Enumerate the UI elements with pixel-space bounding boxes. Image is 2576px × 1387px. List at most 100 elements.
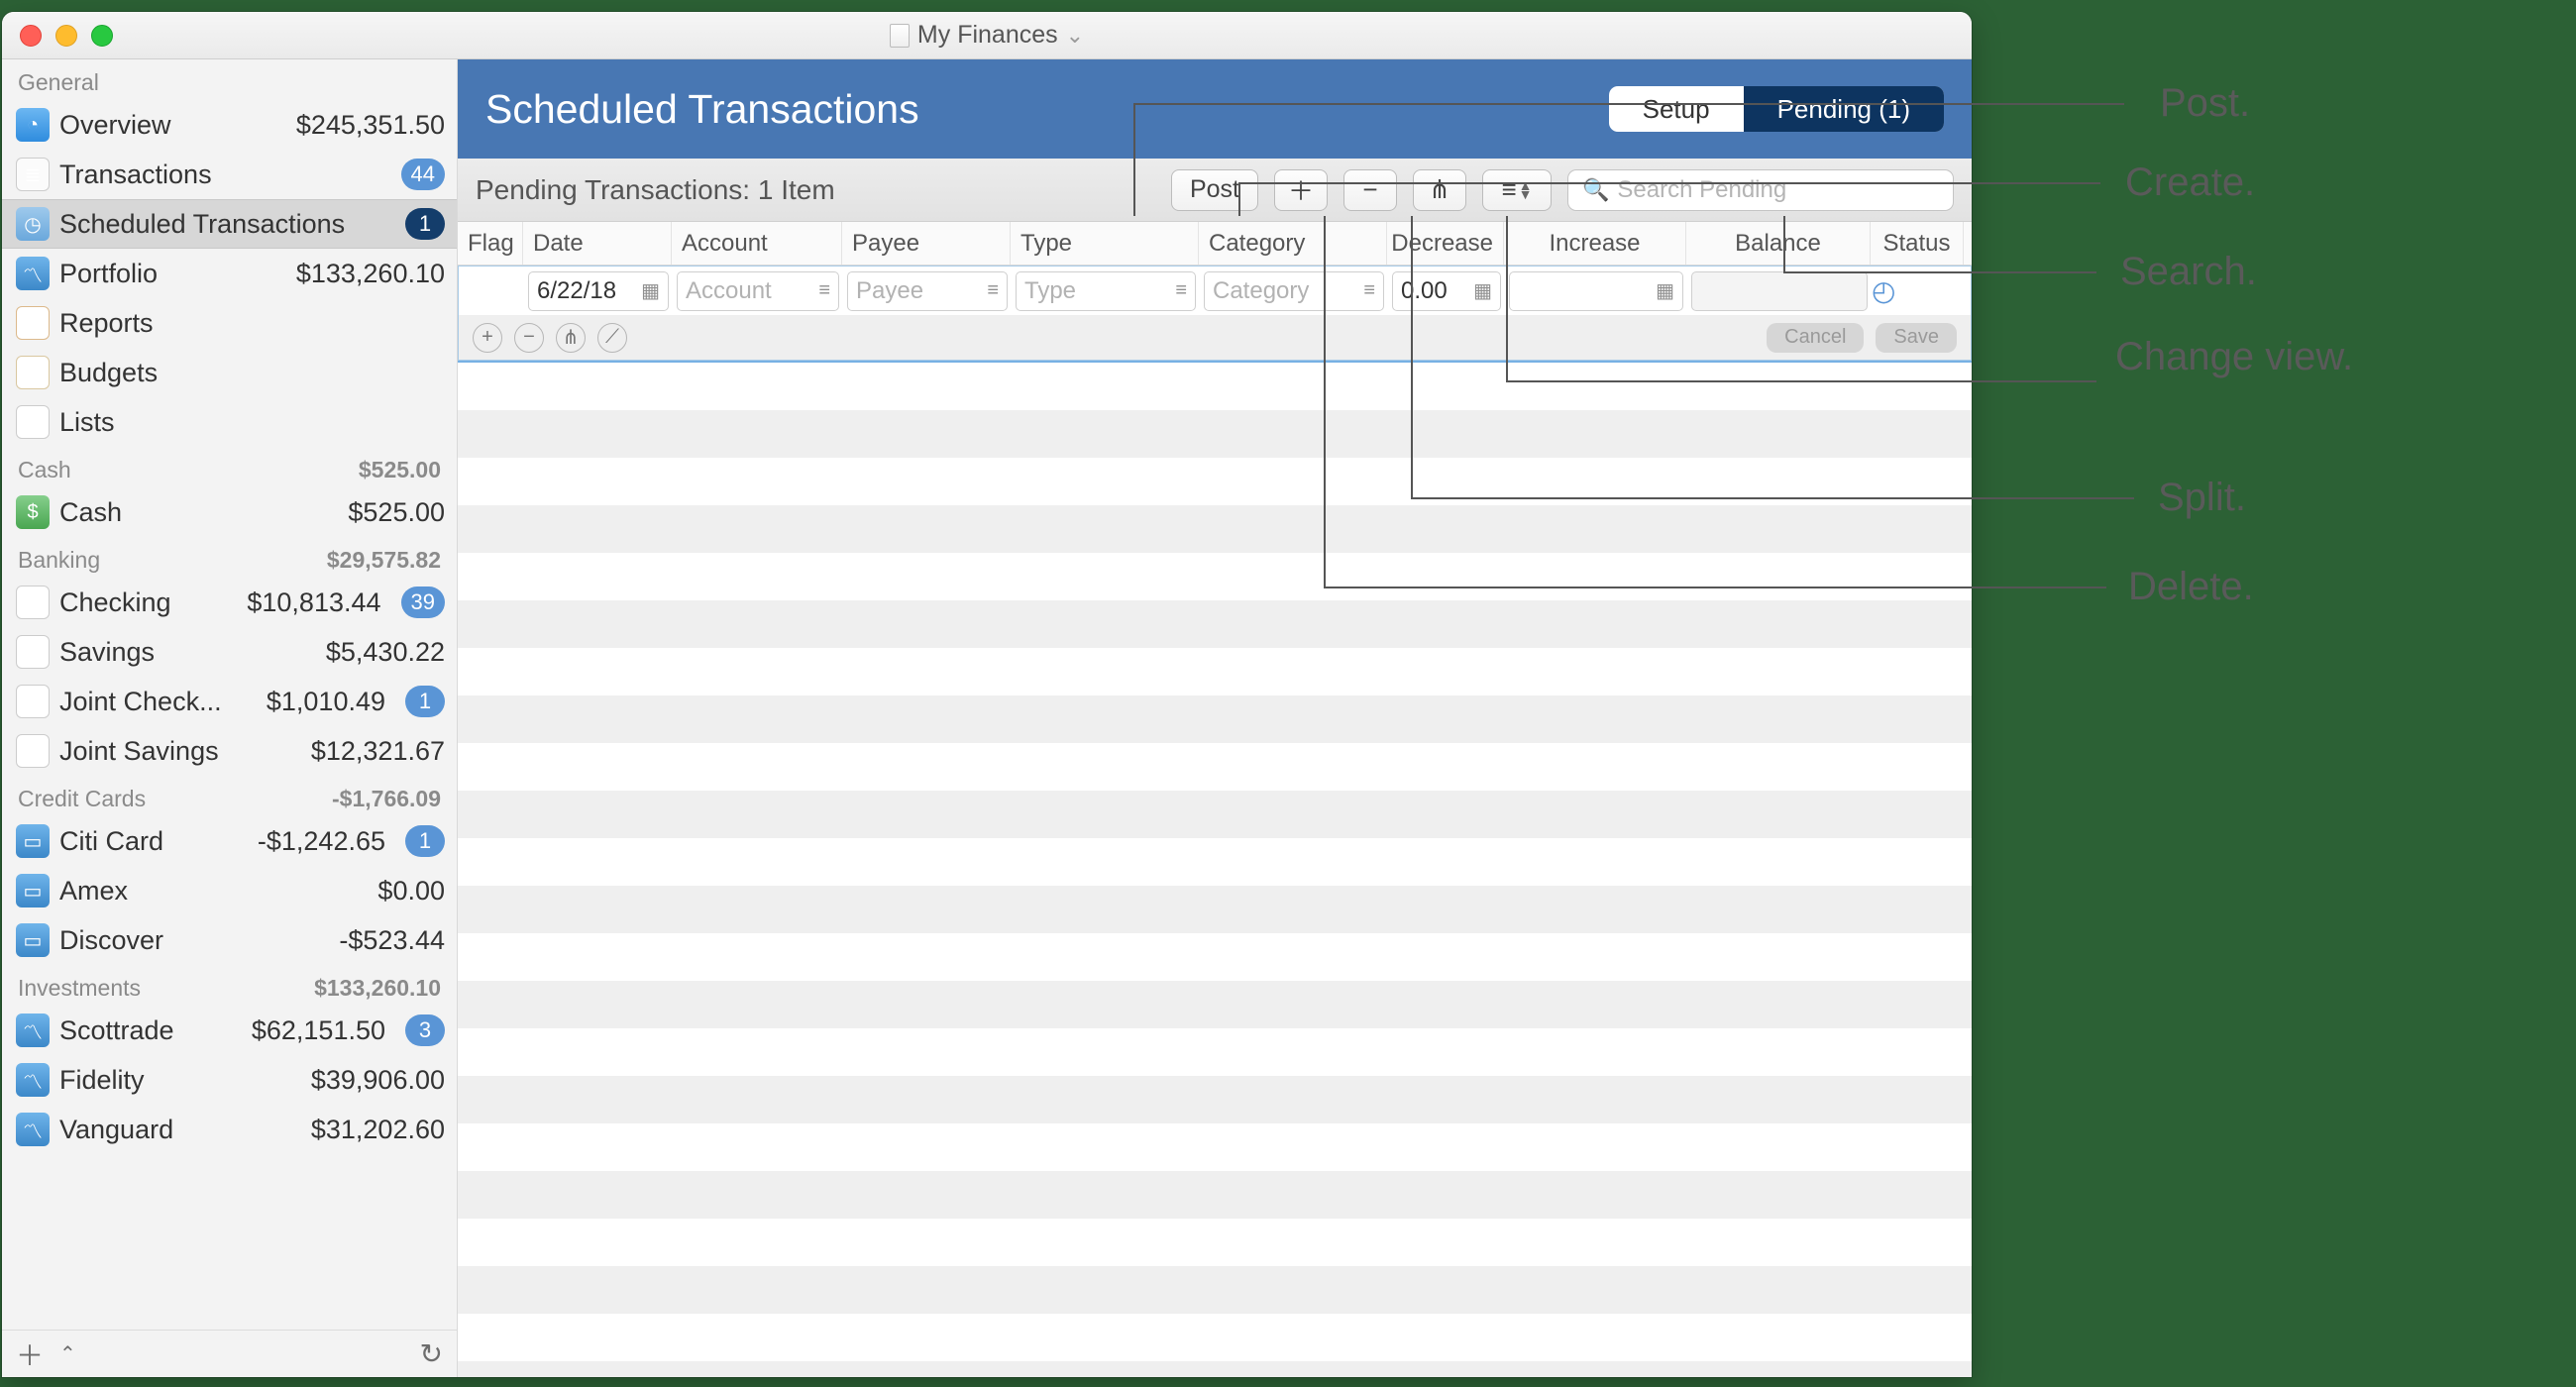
sidebar-item-amex[interactable]: ▭Amex$0.00 — [2, 866, 457, 915]
col-flag[interactable]: Flag — [458, 222, 523, 265]
sidebar-item-value: $39,906.00 — [311, 1065, 445, 1096]
col-increase[interactable]: Increase — [1504, 222, 1686, 265]
decrease-field[interactable]: 0.00▦ — [1392, 271, 1501, 311]
add-account-button[interactable]: ＋ — [16, 1334, 44, 1374]
split-button[interactable]: ⋔ — [1413, 169, 1466, 211]
col-status[interactable]: Status — [1871, 222, 1964, 265]
toolbar: Pending Transactions: 1 Item Post ＋ − ⋔ … — [458, 159, 1972, 222]
sidebar-item-joint-check-[interactable]: 🏛Joint Check...$1,010.491 — [2, 677, 457, 726]
col-balance[interactable]: Balance — [1686, 222, 1871, 265]
sidebar-item-badge: 1 — [405, 686, 445, 717]
col-date[interactable]: Date — [523, 222, 672, 265]
sidebar-item-label: Transactions — [59, 160, 381, 190]
main-header: Scheduled Transactions Setup Pending (1) — [458, 59, 1972, 159]
sidebar-item-label: Lists — [59, 407, 445, 438]
port-icon: 〽 — [16, 1113, 50, 1146]
document-title[interactable]: My Finances ⌄ — [2, 21, 1972, 50]
row-remove-button[interactable]: − — [514, 323, 544, 353]
bank-icon: 🏛 — [16, 586, 50, 619]
sidebar-item-scheduled-transactions[interactable]: ◷Scheduled Transactions1 — [2, 199, 457, 249]
edit-row-actions: + − ⋔ ⟋ Cancel Save — [458, 315, 1972, 361]
sidebar-item-savings[interactable]: 🏛Savings$5,430.22 — [2, 627, 457, 677]
document-icon — [890, 24, 910, 48]
plus-icon: ＋ — [1288, 171, 1314, 208]
sidebar-item-label: Citi Card — [59, 826, 240, 857]
cancel-button[interactable]: Cancel — [1767, 323, 1864, 353]
sidebar-footer: ＋ ⌃ ↻ — [2, 1330, 457, 1377]
sidebar-item-portfolio[interactable]: 〽Portfolio$133,260.10 — [2, 249, 457, 298]
search-field[interactable]: 🔍 — [1567, 169, 1954, 211]
sidebar-item-label: Portfolio — [59, 259, 278, 289]
sidebar-item-transactions[interactable]: ≣Transactions44 — [2, 150, 457, 199]
sidebar-item-value: $10,813.44 — [247, 587, 380, 618]
col-type[interactable]: Type — [1011, 222, 1199, 265]
group-total: $133,260.10 — [314, 975, 441, 1002]
sidebar-item-scottrade[interactable]: 〽Scottrade$62,151.503 — [2, 1006, 457, 1055]
group-label: General — [18, 69, 99, 96]
bank-icon: 🏛 — [16, 734, 50, 768]
type-field[interactable]: Type≡ — [1016, 271, 1196, 311]
tab-setup[interactable]: Setup — [1609, 86, 1744, 132]
refresh-button[interactable]: ↻ — [420, 1337, 443, 1370]
sidebar-item-reports[interactable]: ▭Reports — [2, 298, 457, 348]
sidebar-item-label: Checking — [59, 587, 229, 618]
sidebar-item-lists[interactable]: ☰Lists — [2, 397, 457, 447]
card-icon: ▭ — [16, 923, 50, 957]
bank-icon: 🏛 — [16, 685, 50, 718]
col-payee[interactable]: Payee — [842, 222, 1011, 265]
col-decrease[interactable]: Decrease — [1387, 222, 1504, 265]
sidebar-item-label: Cash — [59, 497, 330, 528]
chevron-down-icon: ⌄ — [1066, 23, 1084, 49]
cash-icon: $ — [16, 495, 50, 529]
post-button[interactable]: Post — [1171, 169, 1258, 211]
date-field[interactable]: 6/22/18▦ — [528, 271, 669, 311]
sidebar-item-vanguard[interactable]: 〽Vanguard$31,202.60 — [2, 1105, 457, 1154]
page-title: Scheduled Transactions — [485, 86, 919, 133]
sidebar-item-label: Budgets — [59, 358, 445, 388]
row-split-button[interactable]: ⋔ — [556, 323, 586, 353]
sidebar-item-label: Amex — [59, 876, 360, 907]
main-content: Scheduled Transactions Setup Pending (1)… — [458, 59, 1972, 1377]
sidebar-item-value: -$1,242.65 — [258, 826, 385, 857]
sidebar-item-cash[interactable]: $ Cash $525.00 — [2, 487, 457, 537]
menu-icon: ≡ — [1175, 279, 1187, 302]
sidebar-item-badge: 1 — [405, 208, 445, 240]
delete-button[interactable]: − — [1343, 169, 1397, 211]
col-account[interactable]: Account — [672, 222, 842, 265]
sidebar-item-badge: 1 — [405, 825, 445, 857]
collapse-button[interactable]: ⌃ — [59, 1341, 76, 1366]
sidebar-item-joint-savings[interactable]: 🏛Joint Savings$12,321.67 — [2, 726, 457, 776]
create-button[interactable]: ＋ — [1274, 169, 1328, 211]
row-tag-button[interactable]: ⟋ — [597, 323, 627, 353]
tab-pending[interactable]: Pending (1) — [1744, 86, 1944, 132]
sidebar-item-checking[interactable]: 🏛Checking$10,813.4439 — [2, 578, 457, 627]
annotation-create: Create. — [2125, 160, 2255, 205]
increase-field[interactable]: ▦ — [1509, 271, 1683, 311]
search-input[interactable] — [1617, 176, 1939, 204]
sidebar-item-citi-card[interactable]: ▭Citi Card-$1,242.651 — [2, 816, 457, 866]
budget-icon: ▥ — [16, 356, 50, 389]
menu-icon: ≡ — [818, 279, 830, 302]
sidebar-item-overview[interactable]: ◔Overview$245,351.50 — [2, 100, 457, 150]
row-add-button[interactable]: + — [473, 323, 502, 353]
save-button[interactable]: Save — [1876, 323, 1957, 353]
balance-field — [1691, 271, 1868, 311]
sidebar-item-value: $525.00 — [348, 497, 445, 528]
sidebar-item-label: Scheduled Transactions — [59, 209, 385, 240]
sidebar-item-fidelity[interactable]: 〽Fidelity$39,906.00 — [2, 1055, 457, 1105]
list-icon: ≡ — [1501, 174, 1516, 205]
clock-icon[interactable]: ◴ — [1872, 275, 1895, 306]
sidebar-item-label: Vanguard — [59, 1115, 293, 1145]
sidebar-item-discover[interactable]: ▭Discover-$523.44 — [2, 915, 457, 965]
sidebar-item-budgets[interactable]: ▥ Budgets — [2, 348, 457, 397]
payee-field[interactable]: Payee≡ — [847, 271, 1008, 311]
report-icon: ▭ — [16, 306, 50, 340]
account-field[interactable]: Account≡ — [677, 271, 839, 311]
sidebar-item-badge: 44 — [401, 159, 445, 190]
category-field[interactable]: Category≡ — [1204, 271, 1384, 311]
toolbar-subtitle: Pending Transactions: 1 Item — [476, 174, 835, 206]
annotation-delete: Delete. — [2128, 565, 2254, 609]
sidebar-item-label: Scottrade — [59, 1015, 234, 1046]
col-category[interactable]: Category — [1199, 222, 1387, 265]
change-view-button[interactable]: ≡▲▼ — [1482, 169, 1552, 211]
